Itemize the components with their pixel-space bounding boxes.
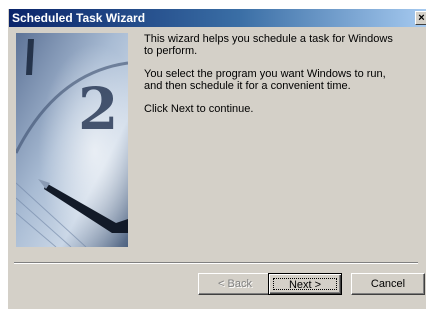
intro-paragraph: This wizard helps you schedule a task fo… [144, 33, 393, 57]
clock-and-pen-image: 2 [16, 33, 128, 247]
focus-rect: Next > [273, 278, 337, 291]
continue-paragraph: Click Next to continue. [144, 103, 254, 115]
next-button-label: Next > [288, 279, 322, 291]
cancel-button[interactable]: Cancel [351, 273, 425, 295]
cancel-button-label: Cancel [370, 278, 406, 290]
window-title: Scheduled Task Wizard [12, 11, 146, 25]
wizard-description: This wizard helps you schedule a task fo… [144, 33, 404, 126]
back-button-label: < Back [218, 278, 252, 290]
back-button[interactable]: < Back [198, 273, 272, 295]
svg-text:2: 2 [78, 75, 118, 143]
close-icon: × [418, 12, 425, 24]
close-button[interactable]: × [415, 11, 426, 25]
next-button[interactable]: Next > [268, 273, 342, 295]
title-bar[interactable]: Scheduled Task Wizard × [9, 9, 426, 27]
button-separator [14, 262, 418, 264]
instructions-paragraph: You select the program you want Windows … [144, 68, 386, 92]
wizard-illustration: 2 [16, 33, 128, 247]
